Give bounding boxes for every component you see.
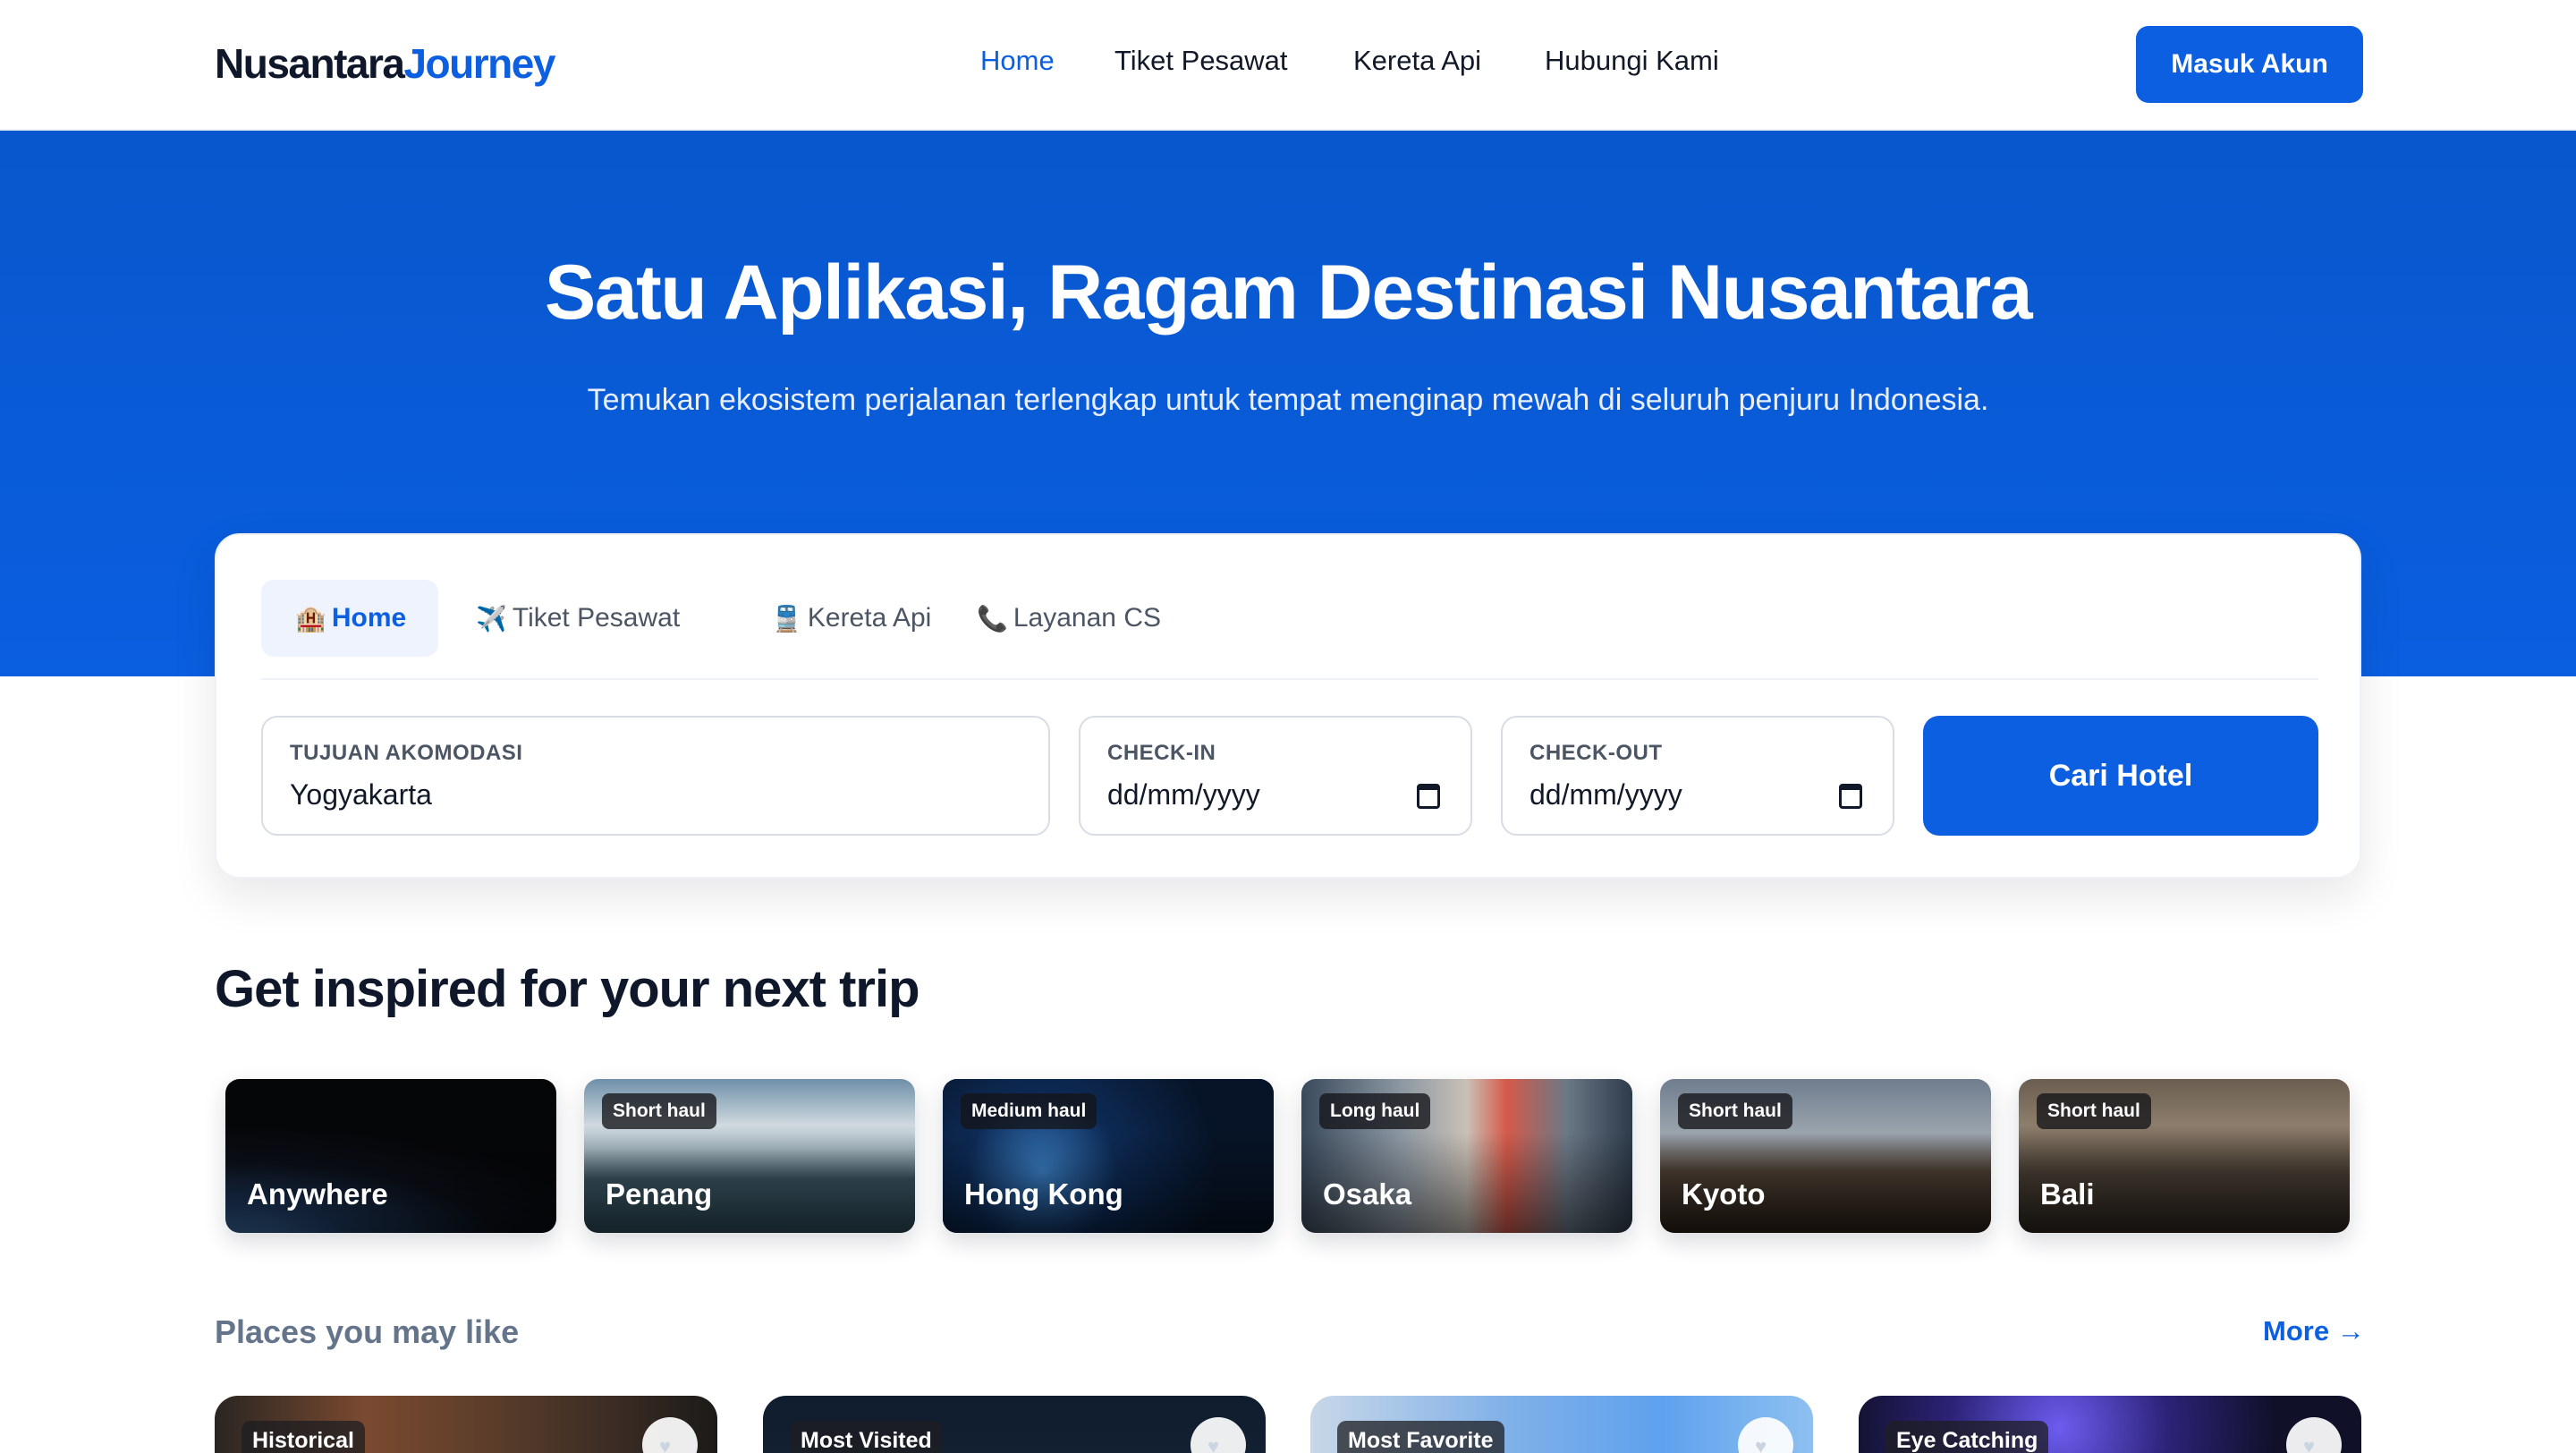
- destination-field[interactable]: TUJUAN AKOMODASI: [261, 716, 1050, 836]
- checkout-label: CHECK-OUT: [1530, 741, 1663, 765]
- top-navbar: NusantaraJourney Home Tiket Pesawat Kere…: [0, 0, 2576, 131]
- card-city: Penang: [606, 1177, 713, 1211]
- inspire-card-hong-kong[interactable]: Medium haul Hong Kong: [943, 1079, 1274, 1233]
- card-city: Kyoto: [1682, 1177, 1766, 1211]
- place-badge: Historical: [242, 1421, 365, 1453]
- checkout-field[interactable]: CHECK-OUT dd/mm/yyyy: [1501, 716, 1894, 836]
- place-card-most-visited[interactable]: Most Visited ♥: [763, 1396, 1266, 1453]
- place-card-historical[interactable]: Historical ♥: [215, 1396, 717, 1453]
- place-badge: Most Favorite: [1337, 1421, 1504, 1453]
- airplane-icon: ✈️: [476, 604, 507, 633]
- places-section-title: Places you may like: [215, 1313, 520, 1350]
- checkin-value[interactable]: dd/mm/yyyy: [1107, 778, 1419, 811]
- favorite-button[interactable]: ♥: [642, 1417, 698, 1453]
- hotel-icon: 🏨: [295, 604, 326, 633]
- favorite-button[interactable]: ♥: [2286, 1417, 2342, 1453]
- card-city: Hong Kong: [964, 1177, 1123, 1211]
- place-badge: Most Visited: [790, 1421, 943, 1453]
- haul-badge: Short haul: [1678, 1093, 1792, 1129]
- favorite-button[interactable]: ♥: [1738, 1417, 1793, 1453]
- card-city: Bali: [2040, 1177, 2095, 1211]
- place-card-eye-catching[interactable]: Eye Catching ♥: [1859, 1396, 2361, 1453]
- nav-link-kereta-api[interactable]: Kereta Api: [1353, 45, 1481, 77]
- nav-link-hubungi-kami[interactable]: Hubungi Kami: [1545, 45, 1719, 77]
- heart-icon: ♥: [1755, 1435, 1767, 1453]
- haul-badge: Long haul: [1319, 1093, 1431, 1129]
- card-city: Anywhere: [247, 1177, 388, 1211]
- tab-tiket-pesawat[interactable]: ✈️ Tiket Pesawat: [442, 580, 714, 657]
- favorite-button[interactable]: ♥: [1191, 1417, 1246, 1453]
- tab-label: Tiket Pesawat: [512, 603, 681, 633]
- nav-link-tiket-pesawat[interactable]: Tiket Pesawat: [1114, 45, 1288, 77]
- tab-kereta-api[interactable]: 🚆 Kereta Api: [737, 580, 965, 657]
- tab-layanan-cs[interactable]: 📞 Layanan CS: [943, 580, 1195, 657]
- inspire-card-osaka[interactable]: Long haul Osaka: [1301, 1079, 1632, 1233]
- login-button[interactable]: Masuk Akun: [2136, 26, 2363, 103]
- place-card-most-favorite[interactable]: Most Favorite ♥: [1310, 1396, 1813, 1453]
- heart-icon: ♥: [1208, 1435, 1220, 1453]
- destination-input[interactable]: [290, 778, 919, 811]
- search-hotel-button[interactable]: Cari Hotel: [1923, 716, 2318, 836]
- train-icon: 🚆: [771, 604, 802, 633]
- nav-link-home[interactable]: Home: [980, 45, 1055, 77]
- search-card: 🏨 Home ✈️ Tiket Pesawat 🚆 Kereta Api 📞 Layan…: [215, 533, 2361, 879]
- place-badge: Eye Catching: [1885, 1421, 2049, 1453]
- card-city: Osaka: [1323, 1177, 1412, 1211]
- inspire-card-kyoto[interactable]: Short haul Kyoto: [1660, 1079, 1991, 1233]
- phone-icon: 📞: [977, 604, 1008, 633]
- calendar-icon[interactable]: [1839, 784, 1862, 809]
- tab-label: Layanan CS: [1013, 603, 1161, 633]
- tab-label: Home: [331, 603, 407, 633]
- checkout-value[interactable]: dd/mm/yyyy: [1530, 778, 1842, 811]
- tab-divider: [261, 678, 2318, 680]
- haul-badge: Short haul: [2037, 1093, 2151, 1129]
- haul-badge: Medium haul: [961, 1093, 1097, 1129]
- hero-subtitle: Temukan ekosistem perjalanan terlengkap …: [587, 383, 1989, 417]
- tab-home[interactable]: 🏨 Home: [261, 580, 438, 657]
- inspire-card-bali[interactable]: Short haul Bali: [2019, 1079, 2350, 1233]
- tab-label: Kereta Api: [807, 603, 932, 633]
- checkin-label: CHECK-IN: [1107, 741, 1216, 765]
- checkin-field[interactable]: CHECK-IN dd/mm/yyyy: [1079, 716, 1472, 836]
- inspire-card-anywhere[interactable]: Anywhere: [225, 1079, 556, 1233]
- inspire-card-penang[interactable]: Short haul Penang: [584, 1079, 915, 1233]
- calendar-icon[interactable]: [1417, 784, 1440, 809]
- heart-icon: ♥: [2303, 1435, 2316, 1453]
- destination-label: TUJUAN AKOMODASI: [290, 741, 523, 765]
- haul-badge: Short haul: [602, 1093, 716, 1129]
- more-link[interactable]: More →: [2263, 1315, 2365, 1347]
- heart-icon: ♥: [659, 1435, 672, 1453]
- inspire-section-title: Get inspired for your next trip: [215, 960, 920, 1018]
- hero-title: Satu Aplikasi, Ragam Destinasi Nusantara: [544, 250, 2033, 336]
